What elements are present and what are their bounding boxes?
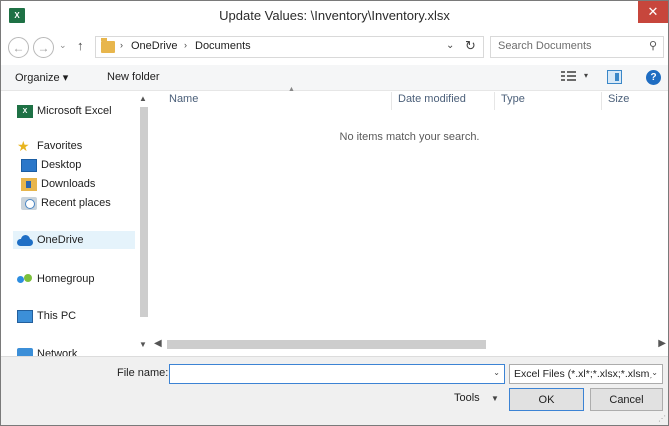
scroll-down-arrow-icon[interactable]: ▼ bbox=[139, 340, 147, 349]
chevron-down-icon[interactable]: ⌄ bbox=[649, 368, 658, 377]
save-dialog-window: X Update Values: \Inventory\Inventory.xl… bbox=[0, 0, 669, 426]
nav-item-desktop[interactable]: Desktop bbox=[21, 156, 81, 174]
column-header-type[interactable]: Type bbox=[501, 93, 525, 105]
window-title: Update Values: \Inventory\Inventory.xlsx bbox=[219, 8, 450, 23]
file-name-label: File name: bbox=[117, 367, 169, 379]
nav-item-onedrive[interactable]: OneDrive bbox=[13, 231, 135, 249]
scrollbar-thumb[interactable] bbox=[140, 107, 148, 317]
nav-item-label: This PC bbox=[37, 310, 77, 322]
tools-menu-button[interactable]: Tools bbox=[454, 392, 480, 404]
scrollbar-thumb[interactable] bbox=[167, 340, 486, 349]
empty-state-message: No items match your search. bbox=[339, 131, 480, 143]
breadcrumb-onedrive[interactable]: OneDrive bbox=[131, 40, 177, 52]
preview-pane-icon[interactable] bbox=[607, 70, 622, 84]
recent-locations-button[interactable]: ⌄ bbox=[59, 40, 67, 51]
address-bar[interactable]: › OneDrive › Documents ⌄ ↻ bbox=[95, 36, 484, 58]
help-icon[interactable]: ? bbox=[646, 70, 661, 85]
column-divider[interactable] bbox=[601, 92, 602, 110]
nav-item-label: Favorites bbox=[37, 140, 83, 152]
file-list-horizontal-scrollbar[interactable]: ◀ ▶ bbox=[151, 336, 668, 352]
back-button[interactable]: ← bbox=[8, 37, 29, 58]
ok-button[interactable]: OK bbox=[509, 388, 584, 411]
nav-item-label: Downloads bbox=[41, 178, 96, 190]
navigation-pane: X Microsoft Excel ★ Favorites Desktop Do… bbox=[1, 92, 151, 356]
nav-item-label: Microsoft Excel bbox=[37, 105, 112, 117]
recent-places-icon bbox=[21, 196, 37, 210]
nav-item-recent-places[interactable]: Recent places bbox=[21, 194, 111, 212]
file-type-filter-select[interactable]: Excel Files (*.xl*;*.xlsx;*.xlsm; ⌄ bbox=[509, 364, 663, 384]
forward-button[interactable]: → bbox=[33, 37, 54, 58]
address-dropdown-button[interactable]: ⌄ bbox=[446, 40, 454, 51]
nav-item-favorites[interactable]: ★ Favorites bbox=[17, 137, 82, 155]
breadcrumb-documents[interactable]: Documents bbox=[195, 40, 251, 52]
breadcrumb-separator: › bbox=[184, 40, 187, 50]
organize-menu-button[interactable]: Organize ▾ bbox=[15, 71, 68, 84]
nav-item-microsoft-excel[interactable]: X Microsoft Excel bbox=[17, 102, 112, 120]
column-divider[interactable] bbox=[494, 92, 495, 110]
tools-dropdown-icon[interactable]: ▼ bbox=[491, 394, 499, 403]
this-pc-icon bbox=[17, 309, 33, 323]
network-icon bbox=[17, 347, 33, 356]
search-box[interactable]: Search Documents ⚲ bbox=[490, 36, 664, 58]
column-divider[interactable] bbox=[391, 92, 392, 110]
column-header-size[interactable]: Size bbox=[608, 93, 629, 105]
star-icon: ★ bbox=[17, 137, 30, 154]
nav-item-this-pc[interactable]: This PC bbox=[17, 307, 76, 325]
file-name-combo[interactable]: ⌄ bbox=[169, 364, 505, 384]
file-list[interactable]: Name ▲ Date modified Type Size No items … bbox=[151, 86, 668, 336]
refresh-icon[interactable]: ↻ bbox=[465, 38, 476, 54]
change-view-icon[interactable] bbox=[561, 70, 576, 83]
dialog-footer: File name: ⌄ Excel Files (*.xl*;*.xlsx;*… bbox=[1, 356, 668, 425]
close-button[interactable]: ✕ bbox=[638, 1, 668, 23]
nav-item-label: Homegroup bbox=[37, 273, 95, 285]
breadcrumb-separator: › bbox=[120, 40, 123, 50]
folder-icon bbox=[101, 38, 115, 53]
title-bar[interactable]: X Update Values: \Inventory\Inventory.xl… bbox=[1, 1, 668, 30]
nav-item-label: Recent places bbox=[41, 197, 111, 209]
file-name-input[interactable] bbox=[170, 365, 480, 383]
search-input[interactable]: Search Documents bbox=[498, 40, 592, 52]
nav-item-network[interactable]: Network bbox=[17, 345, 77, 356]
column-header-date-modified[interactable]: Date modified bbox=[398, 93, 466, 105]
nav-pane-scrollbar[interactable]: ▲ ▼ bbox=[135, 92, 151, 356]
excel-icon: X bbox=[17, 104, 33, 118]
file-type-filter-value: Excel Files (*.xl*;*.xlsx;*.xlsm; bbox=[514, 368, 653, 380]
scroll-left-arrow-icon[interactable]: ◀ bbox=[154, 338, 162, 349]
up-button[interactable]: ↑ bbox=[77, 38, 84, 53]
desktop-icon bbox=[21, 158, 37, 172]
nav-item-homegroup[interactable]: Homegroup bbox=[17, 270, 94, 288]
onedrive-icon bbox=[17, 234, 33, 247]
search-icon[interactable]: ⚲ bbox=[649, 39, 657, 52]
new-folder-button[interactable]: New folder bbox=[107, 71, 160, 83]
nav-item-label: OneDrive bbox=[37, 234, 84, 246]
homegroup-icon bbox=[17, 273, 33, 286]
column-header-name[interactable]: Name bbox=[169, 93, 198, 105]
scroll-right-arrow-icon[interactable]: ▶ bbox=[658, 338, 666, 349]
command-toolbar: Organize ▾ New folder ▾ ? bbox=[1, 65, 668, 91]
cancel-button[interactable]: Cancel bbox=[590, 388, 663, 411]
address-row: ← → ⌄ ↑ › OneDrive › Documents ⌄ ↻ Searc… bbox=[1, 34, 668, 62]
file-name-dropdown-icon[interactable]: ⌄ bbox=[493, 368, 500, 377]
nav-item-downloads[interactable]: Downloads bbox=[21, 175, 95, 193]
downloads-icon bbox=[21, 177, 37, 191]
nav-item-label: Network bbox=[37, 348, 78, 356]
sort-ascending-icon: ▲ bbox=[288, 86, 295, 93]
nav-item-label: Desktop bbox=[41, 159, 82, 171]
scroll-up-arrow-icon[interactable]: ▲ bbox=[139, 94, 147, 103]
view-options-chevron-icon[interactable]: ▾ bbox=[584, 71, 588, 80]
resize-grip-icon[interactable]: ⋰ bbox=[658, 414, 666, 423]
